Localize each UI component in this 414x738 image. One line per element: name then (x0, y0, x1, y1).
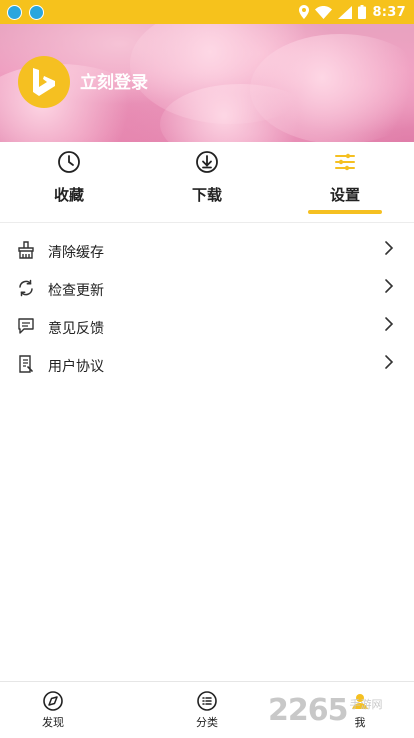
menu-item-label: 检查更新 (48, 283, 104, 299)
nav-category[interactable]: 分类 (167, 682, 247, 738)
menu-item-label: 用户协议 (48, 359, 104, 375)
tab-bar: 收藏 下载 设置 (0, 142, 414, 223)
broom-icon (18, 241, 34, 259)
avatar-logo[interactable] (18, 56, 70, 108)
watermark: 2265 手游网 (268, 682, 383, 738)
compass-icon (43, 691, 63, 711)
notification-app-icon (7, 4, 22, 20)
chevron-right-icon (385, 279, 394, 293)
location-icon (299, 5, 310, 19)
nav-label: 发现 (42, 716, 64, 729)
menu-item-clear-cache[interactable]: 清除缓存 (0, 232, 414, 270)
menu-item-label: 意见反馈 (48, 321, 104, 337)
menu-item-feedback[interactable]: 意见反馈 (0, 308, 414, 346)
menu-item-label: 清除缓存 (48, 245, 104, 261)
battery-icon (358, 5, 367, 19)
login-link[interactable]: 立刻登录 (80, 68, 148, 93)
watermark-text: 手游网 (349, 698, 383, 711)
tab-favorites[interactable]: 收藏 (9, 142, 129, 222)
tab-label: 下载 (191, 186, 222, 204)
settings-menu: 清除缓存 检查更新 意见反馈 用户协议 (0, 232, 414, 384)
tab-downloads[interactable]: 下载 (147, 142, 267, 222)
chevron-right-icon (385, 317, 394, 331)
app-logo-icon (33, 68, 55, 96)
category-list-icon (197, 691, 217, 711)
refresh-icon (19, 279, 33, 297)
watermark-number: 2265 (268, 692, 348, 728)
nav-label: 分类 (196, 716, 218, 729)
settings-sliders-icon (335, 153, 355, 171)
active-tab-indicator (308, 210, 382, 214)
clock-icon (58, 151, 80, 173)
menu-item-check-update[interactable]: 检查更新 (0, 270, 414, 308)
status-icons: 8:37 (299, 0, 406, 24)
notification-app-icon (29, 4, 44, 20)
tab-label: 设置 (329, 186, 360, 204)
menu-item-user-agreement[interactable]: 用户协议 (0, 346, 414, 384)
chevron-right-icon (385, 241, 394, 255)
download-icon (196, 151, 218, 173)
status-bar: 8:37 (0, 0, 414, 24)
profile-header: 立刻登录 (0, 24, 414, 142)
feedback-icon (18, 318, 34, 334)
document-icon (19, 355, 33, 373)
chevron-right-icon (385, 355, 394, 369)
signal-icon (338, 5, 353, 19)
tab-label: 收藏 (53, 186, 84, 204)
status-time: 8:37 (372, 4, 406, 20)
wifi-icon (315, 5, 333, 19)
nav-discover[interactable]: 发现 (13, 682, 93, 738)
